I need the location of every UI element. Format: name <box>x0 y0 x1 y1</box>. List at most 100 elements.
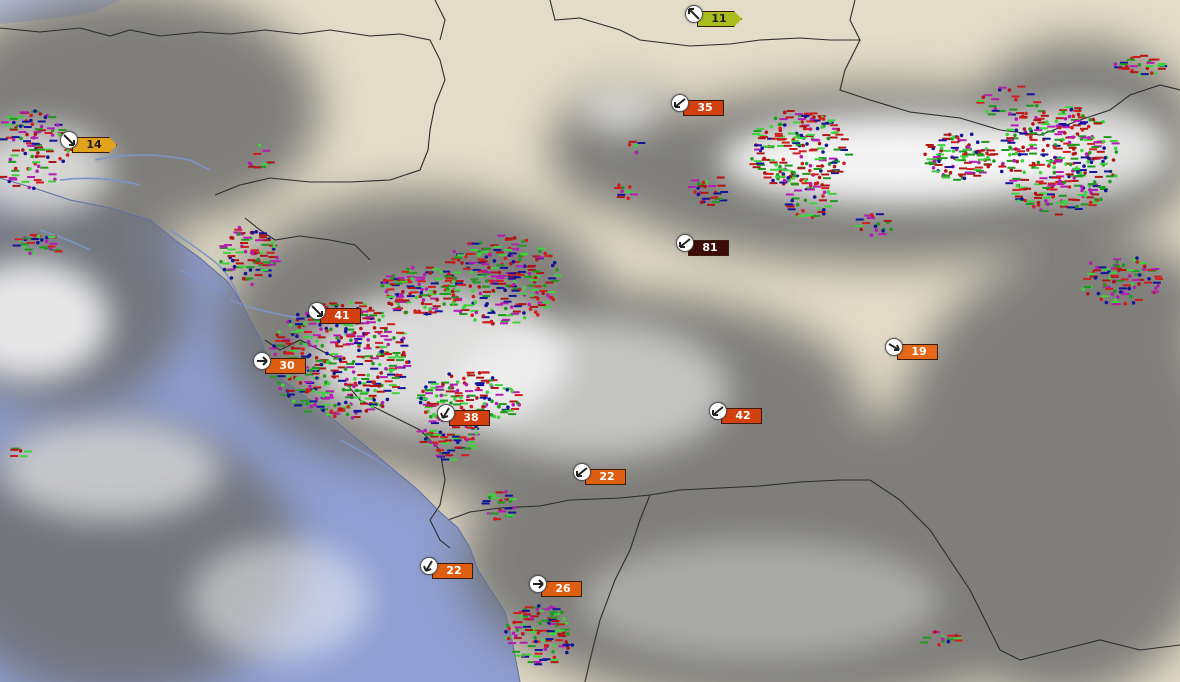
lightning-strike-mark <box>296 317 305 320</box>
lightning-strike-mark <box>1091 146 1100 149</box>
lightning-strike-mark <box>332 371 337 376</box>
lightning-strike-mark <box>757 137 766 140</box>
lightning-strike-mark <box>1034 129 1043 132</box>
lightning-strike-mark <box>430 382 439 385</box>
lightning-strike-mark <box>405 360 409 365</box>
lightning-strike-mark <box>344 400 348 405</box>
lightning-strike-mark <box>760 146 764 150</box>
lightning-strike-mark <box>234 228 243 231</box>
lightning-strike-mark <box>705 180 709 184</box>
weather-map[interactable]: 11 14 35 81 41 30 19 38 42 22 22 26 <box>0 0 1180 682</box>
lightning-strike-mark <box>49 242 58 245</box>
lightning-strike-mark <box>454 392 463 395</box>
lightning-strike-mark <box>275 333 280 337</box>
lightning-strike-mark <box>317 336 326 339</box>
lightning-strike-mark <box>1059 158 1063 163</box>
lightning-strike-mark <box>491 493 496 498</box>
lightning-strike-mark <box>417 282 421 287</box>
lightning-strike-mark <box>307 343 312 347</box>
lightning-strike-mark <box>799 125 808 128</box>
lightning-strike-mark <box>522 315 527 320</box>
lightning-strike-mark <box>939 157 948 160</box>
lightning-strike-mark <box>1155 277 1164 280</box>
lightning-strike-mark <box>504 490 508 494</box>
lightning-strike-mark <box>439 270 444 275</box>
lightning-strike-mark <box>536 611 540 616</box>
lightning-strike-mark <box>1026 148 1030 152</box>
lightning-strike-mark <box>254 230 258 234</box>
lightning-strike-mark <box>379 371 384 375</box>
lightning-strike-mark <box>507 253 512 257</box>
lightning-strike-mark <box>237 232 241 236</box>
lightning-strike-mark <box>940 637 945 641</box>
lightning-strike-mark <box>534 652 543 655</box>
lightning-strike-mark <box>401 270 410 273</box>
lightning-strike-mark <box>1014 128 1019 132</box>
lightning-strike-mark <box>25 132 29 137</box>
lightning-strike-mark <box>255 262 264 265</box>
lightning-strike-mark <box>1137 273 1142 277</box>
lightning-strike-mark <box>1087 272 1096 275</box>
lightning-strike-mark <box>883 219 892 222</box>
lightning-strike-mark <box>936 153 944 156</box>
lightning-strike-mark <box>434 394 439 398</box>
lightning-strike-mark <box>1095 265 1099 270</box>
lightning-strike-mark <box>1005 182 1014 185</box>
lightning-strike-mark <box>1046 143 1050 148</box>
lightning-strike-mark <box>230 236 235 240</box>
lightning-strike-mark <box>33 109 37 113</box>
lightning-strike-mark <box>1144 281 1152 284</box>
lightning-strike-mark <box>26 241 35 244</box>
lightning-strike-mark <box>545 281 554 284</box>
lightning-strike-mark <box>1067 114 1072 119</box>
wind-speed-badge: 11 <box>697 11 742 27</box>
lightning-strike-mark <box>454 446 463 449</box>
lightning-strike-mark <box>506 405 510 410</box>
lightning-strike-mark <box>302 322 307 326</box>
lightning-strike-mark <box>1072 167 1081 170</box>
lightning-strike-mark <box>423 410 428 415</box>
lightning-strike-mark <box>958 159 967 162</box>
lightning-strike-mark <box>1033 101 1042 104</box>
lightning-strike-mark <box>268 273 272 278</box>
lightning-strike-mark <box>40 166 49 169</box>
lightning-strike-mark <box>817 175 822 180</box>
lightning-strike-mark <box>8 157 13 162</box>
lightning-strike-mark <box>14 238 23 241</box>
lightning-strike-mark <box>1131 279 1140 282</box>
lightning-strike-mark <box>804 161 809 166</box>
lightning-strike-mark <box>808 149 817 152</box>
lightning-strike-mark <box>508 642 517 645</box>
lightning-strike-mark <box>288 323 293 327</box>
lightning-strike-mark <box>28 167 32 171</box>
lightning-strike-mark <box>371 381 376 385</box>
lightning-strike-mark <box>425 392 433 395</box>
lightning-strike-mark <box>33 179 42 182</box>
lightning-strike-mark <box>11 174 20 177</box>
lightning-strike-mark <box>243 236 252 239</box>
lightning-strike-mark <box>1026 93 1035 96</box>
lightning-strike-mark <box>481 314 486 318</box>
lightning-strike-mark <box>789 148 798 150</box>
lightning-strike-mark <box>784 164 793 167</box>
lightning-strike-mark <box>495 303 504 306</box>
lightning-strike-mark <box>48 180 57 183</box>
lightning-strike-mark <box>460 261 464 265</box>
lightning-strike-mark <box>1058 123 1067 125</box>
lightning-strike-mark <box>1088 204 1097 207</box>
lightning-strike-mark <box>419 290 424 295</box>
lightning-strike-mark <box>455 399 464 402</box>
lightning-strike-mark <box>379 327 388 330</box>
lightning-strike-mark <box>1014 97 1018 102</box>
lightning-strike-mark <box>482 290 491 293</box>
lightning-strike-mark <box>1142 264 1147 269</box>
lightning-strike-mark <box>1058 125 1062 130</box>
lightning-strike-mark <box>461 305 466 310</box>
lightning-strike-mark <box>477 371 482 375</box>
lightning-strike-mark <box>325 329 329 333</box>
lightning-strike-mark <box>985 109 989 114</box>
lightning-strike-mark <box>1062 126 1071 129</box>
lightning-strike-mark <box>813 168 822 170</box>
lightning-strike-mark <box>43 115 48 120</box>
lightning-strike-mark <box>315 376 319 380</box>
